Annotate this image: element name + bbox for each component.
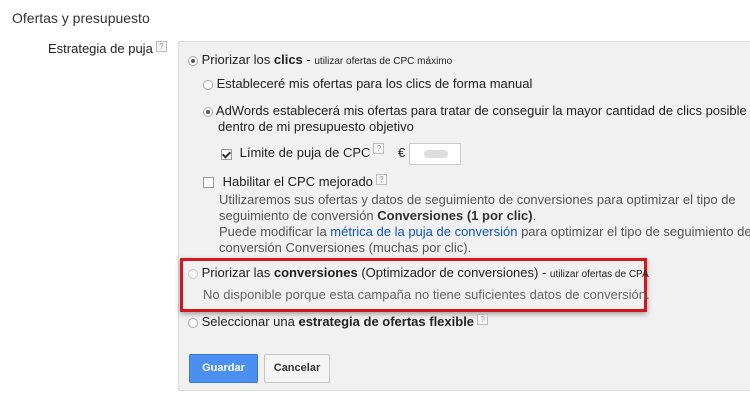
help-icon[interactable]: ? [375, 174, 387, 185]
redacted-value [423, 150, 448, 158]
save-button[interactable]: Guardar [189, 354, 258, 383]
option-manual-label: Estableceré mis ofertas para los clics d… [216, 76, 533, 91]
desc-line3: Puede modificar la métrica de la puja de… [219, 224, 750, 240]
desc-line2: seguimiento de conversión Conversiones (… [219, 208, 750, 224]
option-auto[interactable]: AdWords establecerá mis ofertas para tra… [203, 103, 747, 118]
conversions-unavailable-note: No disponible porque esta campaña no tie… [203, 287, 650, 302]
cpc-limit-label: Límite de puja de CPC [239, 145, 371, 161]
radio-auto[interactable] [203, 106, 213, 117]
radio-conversions[interactable] [188, 268, 198, 279]
option-auto-line1: AdWords establecerá mis ofertas para tra… [215, 103, 747, 118]
desc-line3-prefix: Puede modificar la [219, 224, 331, 239]
cpc-limit-input[interactable] [408, 143, 461, 165]
enhanced-cpc-label: Habilitar el CPC mejorado [222, 174, 373, 189]
help-icon[interactable]: ? [155, 41, 167, 52]
currency-symbol: € [398, 145, 406, 161]
cancel-button[interactable]: Cancelar [264, 354, 330, 383]
desc-line4: conversión Conversiones (muchas por clic… [219, 240, 472, 255]
help-icon[interactable]: ? [477, 314, 489, 325]
option-clicks[interactable]: Priorizar los clics - utilizar ofertas d… [188, 52, 452, 67]
option-clicks-note: utilizar ofertas de CPC máximo [314, 56, 453, 67]
section-title: Ofertas y presupuesto [12, 10, 150, 26]
option-conversions-prefix: Priorizar las [201, 265, 274, 280]
option-conversions-note: utilizar ofertas de CPA [549, 269, 649, 280]
option-clicks-prefix: Priorizar los [201, 52, 274, 67]
option-flexible[interactable]: Seleccionar una estrategia de ofertas fl… [188, 314, 489, 329]
option-conversions-suffix: (Optimizador de conversiones) - [357, 265, 550, 280]
radio-manual[interactable] [203, 79, 213, 90]
option-conversions[interactable]: Priorizar las conversiones (Optimizador … [188, 265, 649, 280]
cpc-limit-row: Límite de puja de CPC? € [221, 143, 461, 165]
desc-line1: Utilizaremos sus ofertas y datos de segu… [219, 192, 736, 207]
option-flexible-prefix: Seleccionar una [201, 314, 299, 329]
option-manual[interactable]: Estableceré mis ofertas para los clics d… [203, 76, 532, 91]
option-clicks-bold: clics [273, 52, 303, 67]
conversion-metric-link[interactable]: métrica de la puja de conversión [330, 224, 517, 239]
desc-line2-suffix: . [532, 208, 537, 223]
desc-line2-prefix: seguimiento de conversión [219, 208, 378, 223]
enhanced-cpc-description: Utilizaremos sus ofertas y datos de segu… [219, 192, 750, 256]
bid-strategy-label-text: Estrategia de puja [48, 41, 153, 56]
desc-line3-suffix: para optimizar el tipo de seguimiento de [517, 224, 750, 239]
help-icon[interactable]: ? [373, 143, 385, 154]
enhanced-cpc-row: Habilitar el CPC mejorado? [203, 174, 387, 189]
option-conversions-bold: conversiones [273, 265, 358, 280]
option-flexible-bold: estrategia de ofertas flexible [298, 314, 475, 329]
bid-strategy-label: Estrategia de puja? [48, 41, 167, 56]
enhanced-cpc-checkbox[interactable] [203, 177, 214, 189]
desc-line2-bold: Conversiones (1 por clic) [377, 208, 533, 223]
radio-flexible[interactable] [188, 317, 198, 328]
option-auto-line2: dentro de mi presupuesto objetivo [218, 119, 414, 134]
radio-clicks[interactable] [188, 55, 198, 66]
cpc-limit-checkbox[interactable] [221, 148, 232, 160]
option-clicks-suffix: - [302, 52, 315, 67]
